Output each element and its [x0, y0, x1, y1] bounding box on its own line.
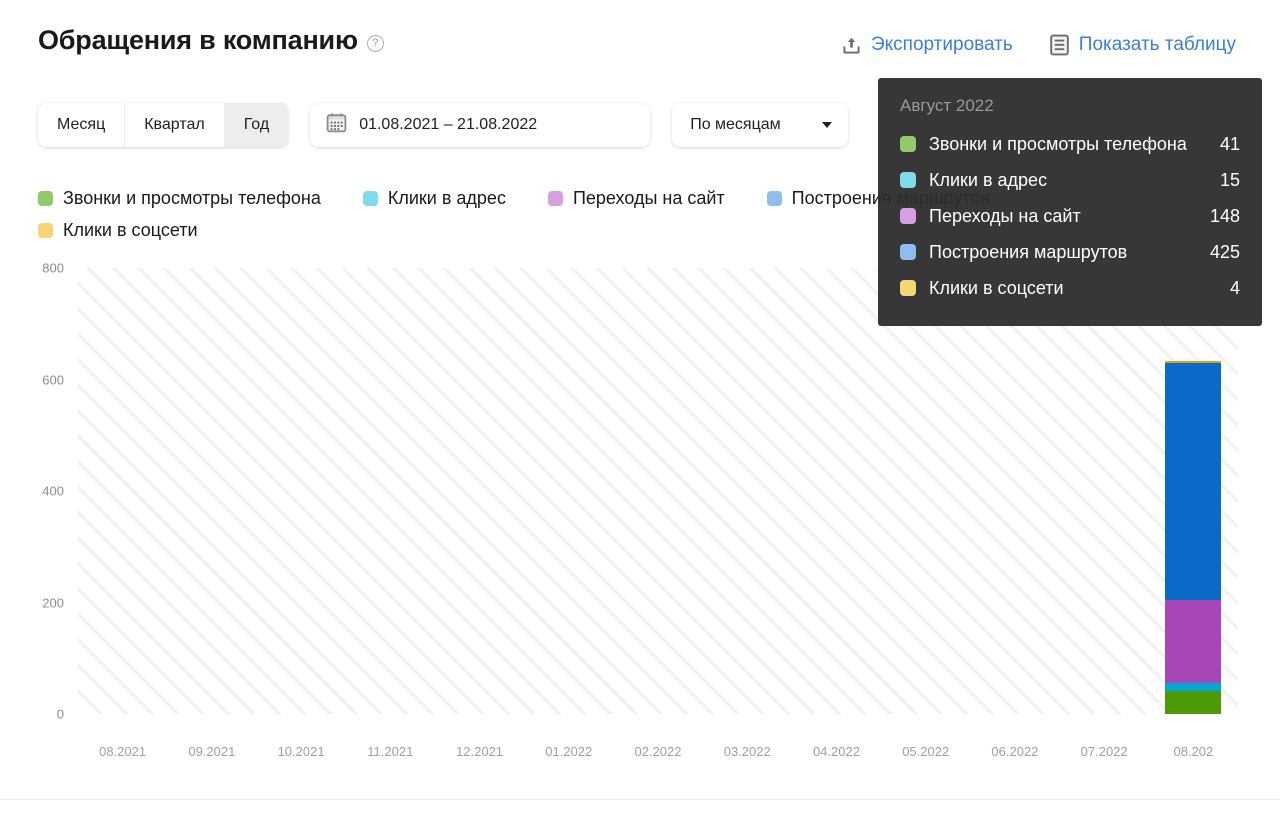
legend-swatch-icon [38, 222, 53, 238]
stacked-bar-chart: 0 200 400 600 800 08.2021 09.2021 10.2021 11.20… [38, 258, 1238, 759]
export-upload-icon [841, 35, 862, 56]
x-axis-tick-label: 07.2022 [1080, 744, 1128, 759]
tooltip-row-value: 425 [1209, 241, 1240, 262]
y-axis-tick-label: 200 [42, 595, 64, 610]
page-title: Обращения в компанию [38, 25, 358, 55]
bar-segment[interactable] [1165, 363, 1222, 601]
chevron-down-icon [822, 122, 833, 128]
x-axis-tick-label: 12.2021 [456, 744, 504, 759]
x-axis-tick-label: 08.2021 [99, 744, 147, 759]
analytics-page: Обращения в компанию ? Экспортировать По… [0, 0, 1280, 821]
tooltip-row-value: 41 [1219, 133, 1240, 154]
tooltip-swatch-icon [900, 244, 916, 260]
legend-item-label: Клики в адрес [387, 187, 506, 208]
title-group: Обращения в компанию ? [38, 27, 384, 54]
period-tab-group: Месяц Квартал Год [38, 103, 289, 147]
tooltip-row-value: 4 [1229, 277, 1240, 298]
tooltip-row-label: Звонки и просмотры телефона [929, 133, 1187, 154]
y-axis-tick-label: 800 [42, 260, 64, 276]
legend-swatch-icon [362, 190, 378, 206]
card-header: Обращения в компанию ? Экспортировать По… [0, 0, 1280, 78]
legend-item-label: Клики в соцсети [63, 219, 198, 240]
legend-swatch-icon [766, 190, 782, 206]
grouping-select[interactable]: По месяцам [672, 103, 849, 147]
filter-controls: Месяц Квартал Год 01.08.2021 – 21.08.202… [38, 103, 849, 147]
table-document-icon [1049, 34, 1070, 56]
y-axis-tick-label: 600 [42, 372, 64, 387]
bar-segment[interactable] [1165, 691, 1222, 714]
tooltip-swatch-icon [900, 280, 916, 296]
x-axis: 08.2021 09.2021 10.2021 11.2021 12.2021 01.20… [78, 726, 1238, 766]
x-axis-tick-label: 08.202 [1173, 744, 1214, 759]
x-axis-tick-label: 11.2021 [367, 744, 414, 759]
question-circle-icon[interactable]: ? [366, 34, 384, 52]
x-axis-tick-label: 06.2022 [991, 744, 1039, 759]
legend-swatch-icon [38, 190, 53, 206]
x-axis-tick-label: 09.2021 [188, 744, 236, 759]
legend-item-calls[interactable]: Звонки и просмотры телефона [38, 186, 321, 210]
tooltip-swatch-icon [900, 136, 916, 152]
x-axis-tick-label: 04.2022 [812, 744, 860, 759]
legend-swatch-icon [547, 190, 563, 206]
tooltip-row-value: 148 [1209, 205, 1240, 226]
tooltip-row: Звонки и просмотры телефона 41 [900, 126, 1240, 162]
x-axis-tick-label: 01.2022 [545, 744, 593, 759]
bar-segment[interactable] [1165, 600, 1222, 683]
calendar-icon [326, 112, 347, 138]
report-card: Обращения в компанию ? Экспортировать По… [0, 0, 1280, 800]
bar-series-container [78, 268, 1238, 714]
period-tab-year[interactable]: Год [224, 103, 289, 147]
period-tab-quarter[interactable]: Квартал [125, 103, 225, 147]
date-range-value: 01.08.2021 – 21.08.2022 [359, 116, 538, 133]
tooltip-row: Клики в соцсети 4 [900, 270, 1240, 306]
tooltip-row-label: Переходы на сайт [929, 205, 1081, 226]
legend-item-label: Звонки и просмотры телефона [63, 187, 321, 208]
bar-stack[interactable] [1165, 361, 1222, 714]
show-table-button[interactable]: Показать таблицу [1049, 34, 1236, 56]
tooltip-row-label: Клики в адрес [929, 169, 1048, 190]
x-axis-tick-label: 03.2022 [723, 744, 771, 759]
y-axis: 0 200 400 600 800 [38, 258, 78, 724]
tooltip-swatch-icon [900, 172, 916, 188]
tooltip-row: Клики в адрес 15 [900, 162, 1240, 198]
tooltip-row-label: Клики в соцсети [929, 277, 1064, 298]
legend-item-site-visits[interactable]: Переходы на сайт [547, 186, 725, 210]
x-axis-tick-label: 02.2022 [634, 744, 682, 759]
export-button-label: Экспортировать [871, 34, 1013, 55]
period-tab-month[interactable]: Месяц [38, 103, 126, 147]
y-axis-tick-label: 0 [56, 706, 64, 722]
legend-item-address-clicks[interactable]: Клики в адрес [362, 186, 506, 210]
grouping-select-value: По месяцам [690, 116, 781, 133]
export-button[interactable]: Экспортировать [841, 34, 1013, 56]
legend-item-label: Переходы на сайт [572, 187, 725, 208]
tooltip-row: Построения маршрутов 425 [900, 234, 1240, 270]
show-table-button-label: Показать таблицу [1078, 34, 1236, 55]
header-actions: Экспортировать Показать таблицу [841, 34, 1236, 56]
chart-tooltip: Август 2022 Звонки и просмотры телефона … [878, 78, 1262, 326]
plot-area [78, 268, 1238, 714]
tooltip-row: Переходы на сайт 148 [900, 198, 1240, 234]
legend-item-social-clicks[interactable]: Клики в соцсети [38, 218, 198, 242]
tooltip-swatch-icon [900, 208, 916, 224]
x-axis-tick-label: 10.2021 [277, 744, 325, 759]
tooltip-title: Август 2022 [900, 96, 994, 115]
date-range-picker[interactable]: 01.08.2021 – 21.08.2022 [310, 103, 651, 147]
tooltip-row-value: 15 [1219, 169, 1240, 190]
bar-segment[interactable] [1165, 682, 1222, 692]
tooltip-row-label: Построения маршрутов [929, 241, 1128, 262]
x-axis-tick-label: 05.2022 [902, 744, 950, 759]
y-axis-tick-label: 400 [42, 483, 64, 499]
